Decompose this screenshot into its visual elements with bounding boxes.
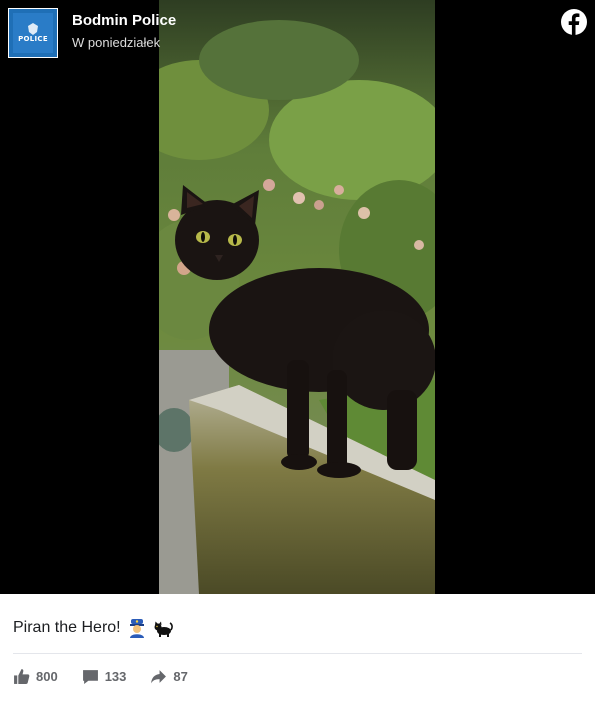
caption-text: Piran the Hero! xyxy=(13,619,121,636)
like-count-button[interactable]: 800 xyxy=(13,668,58,685)
like-count: 800 xyxy=(36,669,58,684)
post-media[interactable]: POLICE Bodmin Police W poniedziałek xyxy=(0,0,595,594)
comment-icon xyxy=(82,670,98,684)
police-officer-emoji-icon xyxy=(129,619,144,638)
share-arrow-icon xyxy=(151,670,167,684)
crest-icon xyxy=(28,23,38,35)
page-name-link[interactable]: Bodmin Police xyxy=(72,12,176,29)
police-badge-logo: POLICE xyxy=(13,13,53,53)
post-timestamp[interactable]: W poniedziałek xyxy=(72,35,160,50)
divider xyxy=(13,653,582,654)
thumbs-up-icon xyxy=(14,669,30,684)
black-cat-emoji-icon xyxy=(154,621,173,637)
facebook-logo-icon[interactable] xyxy=(560,8,588,36)
post-caption: Piran the Hero! xyxy=(13,618,173,638)
badge-text: POLICE xyxy=(18,35,48,43)
comment-count-button[interactable]: 133 xyxy=(82,668,127,685)
facebook-post-embed: POLICE Bodmin Police W poniedziałek Pira… xyxy=(0,0,595,701)
engagement-stats: 800 133 87 xyxy=(13,668,212,685)
share-count-button[interactable]: 87 xyxy=(150,668,188,685)
cat-photo[interactable] xyxy=(159,0,435,594)
comment-count: 133 xyxy=(104,669,127,684)
share-count: 87 xyxy=(173,669,188,684)
page-avatar[interactable]: POLICE xyxy=(8,8,58,58)
